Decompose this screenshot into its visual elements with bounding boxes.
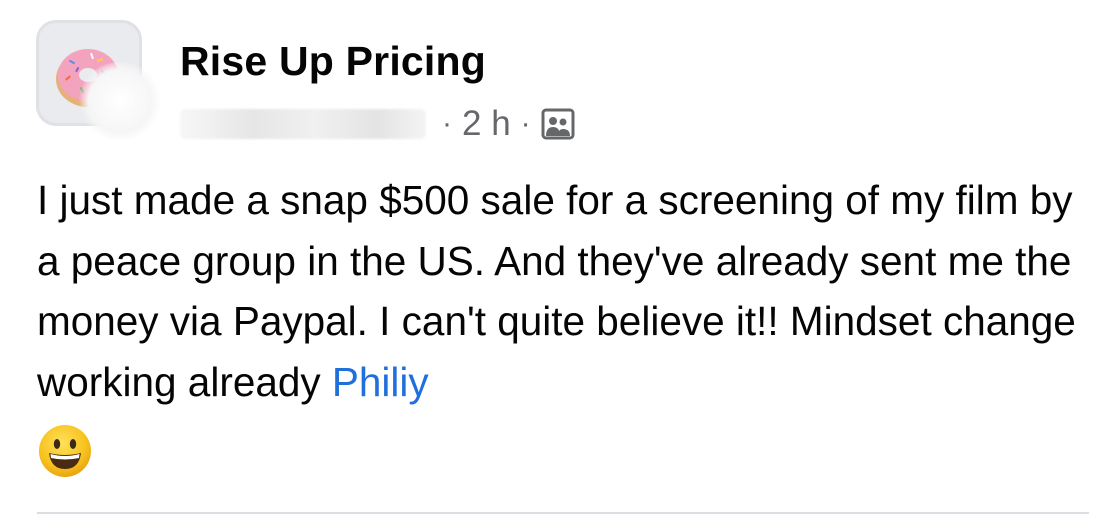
redacted-blur xyxy=(78,62,162,140)
group-audience-icon[interactable] xyxy=(541,108,575,140)
post-text: I just made a snap $500 sale for a scree… xyxy=(37,177,1076,405)
separator-dot: · xyxy=(520,107,531,140)
redacted-author xyxy=(180,109,426,139)
page-name[interactable]: Rise Up Pricing xyxy=(180,38,486,85)
post-body: I just made a snap $500 sale for a scree… xyxy=(37,170,1087,412)
mention-link[interactable]: Philiy xyxy=(332,359,429,405)
post-meta: · 2 h · xyxy=(180,102,575,146)
divider xyxy=(37,512,1089,514)
grinning-face-icon xyxy=(39,425,91,477)
separator-dot: · xyxy=(442,107,452,140)
post-timestamp[interactable]: 2 h xyxy=(462,104,511,144)
